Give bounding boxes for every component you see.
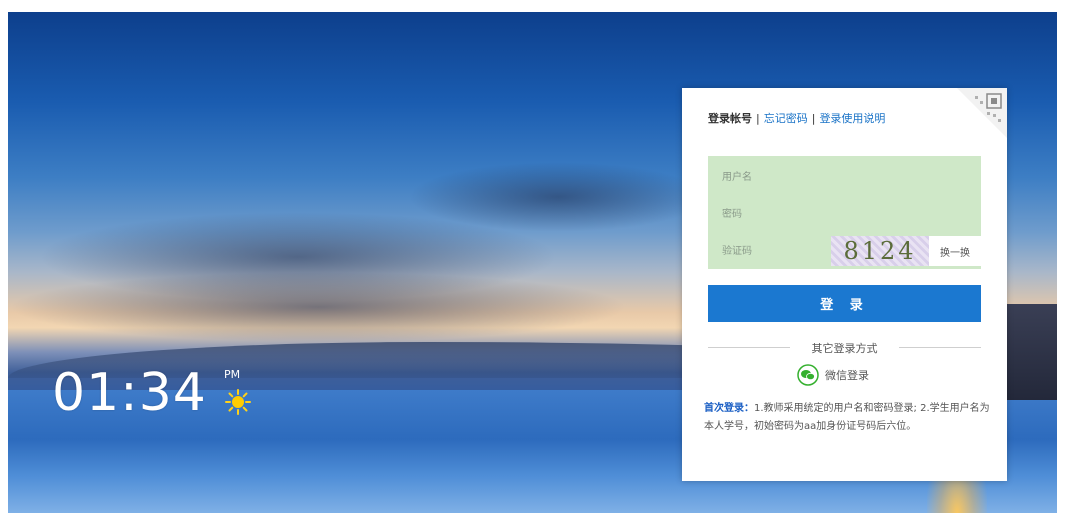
tab-login-account[interactable]: 登录帐号 (708, 112, 752, 125)
tab-separator: | (756, 112, 760, 125)
wechat-icon (797, 364, 819, 386)
captcha-refresh-button[interactable]: 换一换 (929, 236, 981, 266)
login-panel: 登录帐号 | 忘记密码 | 登录使用说明 用户名 密码 验证码 8124 换一换 登 录… (682, 88, 1007, 481)
other-login-divider: 其它登录方式 (708, 340, 981, 356)
cloud (8, 272, 628, 342)
captcha-image: 8124 (831, 236, 929, 266)
clock-ampm: PM (224, 368, 241, 381)
login-button[interactable]: 登 录 (708, 285, 981, 322)
forgot-password-link[interactable]: 忘记密码 (764, 112, 808, 125)
clock-time: 01:34 (52, 363, 207, 423)
divider-line (899, 347, 981, 348)
password-field[interactable]: 密码 (708, 193, 981, 230)
other-login-label: 其它登录方式 (811, 342, 878, 355)
login-fields: 用户名 密码 验证码 8124 换一换 (708, 156, 981, 269)
login-help-link[interactable]: 登录使用说明 (819, 112, 885, 125)
wechat-login-button[interactable]: 微信登录 (797, 364, 869, 386)
password-placeholder: 密码 (722, 209, 742, 220)
login-tabs: 登录帐号 | 忘记密码 | 登录使用说明 (708, 110, 885, 126)
username-placeholder: 用户名 (722, 172, 752, 183)
sun-icon (225, 389, 251, 415)
username-field[interactable]: 用户名 (708, 156, 981, 193)
captcha-field[interactable]: 验证码 8124 换一换 (708, 230, 981, 267)
qrcode-login-icon[interactable] (957, 88, 1007, 138)
captcha-placeholder: 验证码 (722, 246, 752, 257)
wechat-login-label: 微信登录 (825, 369, 869, 382)
tab-separator: | (811, 112, 816, 125)
notice-heading: 首次登录： (704, 403, 754, 414)
first-login-notice: 首次登录：1.教师采用统定的用户名和密码登录; 2.学生用户名为本人学号，初始密… (704, 400, 990, 436)
cloud (408, 162, 708, 232)
